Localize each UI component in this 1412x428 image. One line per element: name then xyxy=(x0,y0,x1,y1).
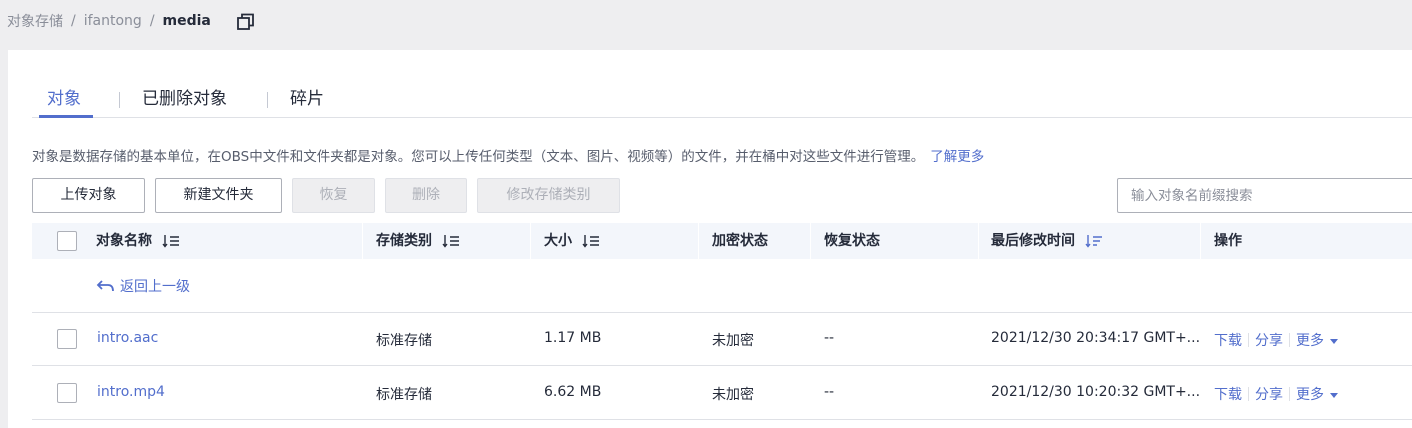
more-dropdown[interactable]: 更多 xyxy=(1296,330,1338,350)
change-storage-class-button[interactable]: 修改存储类别 xyxy=(477,178,620,213)
action-divider xyxy=(1248,333,1249,347)
back-to-parent-link[interactable]: 返回上一级 xyxy=(96,276,190,296)
back-row: 返回上一级 xyxy=(32,259,1412,313)
row-actions: 下载 分享 更多 xyxy=(1214,330,1338,350)
sort-icon[interactable] xyxy=(442,234,460,248)
new-folder-button[interactable]: 新建文件夹 xyxy=(155,178,282,213)
select-all-checkbox[interactable] xyxy=(57,231,77,251)
column-header-storage-class: 存储类别 xyxy=(376,223,460,259)
breadcrumb-separator: / xyxy=(149,13,155,29)
size-cell: 1.17 MB xyxy=(544,330,602,346)
tab-deleted-objects[interactable]: 已删除对象 xyxy=(142,86,227,118)
share-link[interactable]: 分享 xyxy=(1255,330,1283,350)
column-header-restore-status: 恢复状态 xyxy=(824,233,880,249)
storage-class-cell: 标准存储 xyxy=(376,387,432,403)
sort-icon[interactable] xyxy=(162,234,180,248)
learn-more-link[interactable]: 了解更多 xyxy=(930,149,984,165)
delete-button[interactable]: 删除 xyxy=(385,178,467,213)
more-dropdown[interactable]: 更多 xyxy=(1296,384,1338,404)
row-actions: 下载 分享 更多 xyxy=(1214,384,1338,404)
column-header-actions: 操作 xyxy=(1214,233,1242,249)
tab-bar: 对象 已删除对象 碎片 xyxy=(32,86,1412,118)
column-divider xyxy=(698,223,699,259)
more-label: 更多 xyxy=(1296,333,1324,349)
tab-divider xyxy=(267,92,268,108)
sort-active-icon[interactable] xyxy=(1085,234,1103,248)
encryption-cell: 未加密 xyxy=(712,387,754,403)
objects-panel: 对象 已删除对象 碎片 对象是数据存储的基本单位，在OBS中文件和文件夹都是对象… xyxy=(8,50,1412,428)
description-text: 对象是数据存储的基本单位，在OBS中文件和文件夹都是对象。您可以上传任何类型（文… xyxy=(32,149,925,165)
download-link[interactable]: 下载 xyxy=(1214,330,1242,350)
last-modified-cell: 2021/12/30 10:20:32 GMT+... xyxy=(991,384,1201,400)
column-header-name: 对象名称 xyxy=(96,223,180,259)
search-input[interactable] xyxy=(1117,178,1412,213)
column-divider xyxy=(362,223,363,259)
tab-divider xyxy=(119,92,120,108)
column-divider xyxy=(1200,223,1201,259)
column-header-label: 大小 xyxy=(544,233,572,249)
table-row: intro.mp4 标准存储 6.62 MB 未加密 -- 2021/12/30… xyxy=(32,366,1412,420)
column-divider xyxy=(810,223,811,259)
restore-status-cell: -- xyxy=(824,384,835,400)
column-header-encryption: 加密状态 xyxy=(712,233,768,249)
tab-fragments[interactable]: 碎片 xyxy=(290,86,324,118)
column-header-last-modified: 最后修改时间 xyxy=(991,223,1103,259)
tab-objects[interactable]: 对象 xyxy=(39,86,93,118)
storage-class-cell: 标准存储 xyxy=(376,333,432,349)
copy-icon[interactable] xyxy=(236,12,256,32)
column-header-label: 最后修改时间 xyxy=(991,233,1075,249)
breadcrumb-current: media xyxy=(162,13,211,29)
breadcrumb-item-bucket[interactable]: ifantong xyxy=(84,13,142,29)
restore-button[interactable]: 恢复 xyxy=(292,178,375,213)
breadcrumb: 对象存储 / ifantong / media xyxy=(7,10,211,32)
breadcrumb-separator: / xyxy=(71,13,76,29)
caret-down-icon xyxy=(1330,392,1338,398)
back-label: 返回上一级 xyxy=(120,279,190,295)
table-header: 对象名称 存储类别 大小 加密状态 恢复状态 最后修改时间 操作 xyxy=(32,223,1412,259)
object-name-link[interactable]: intro.aac xyxy=(97,330,158,346)
column-header-label: 存储类别 xyxy=(376,233,432,249)
back-arrow-icon xyxy=(96,280,114,292)
restore-status-cell: -- xyxy=(824,330,835,346)
action-divider xyxy=(1248,387,1249,401)
sort-icon[interactable] xyxy=(582,234,600,248)
table-row: intro.aac 标准存储 1.17 MB 未加密 -- 2021/12/30… xyxy=(32,313,1412,366)
action-divider xyxy=(1289,387,1290,401)
row-checkbox[interactable] xyxy=(57,329,77,349)
download-link[interactable]: 下载 xyxy=(1214,384,1242,404)
encryption-cell: 未加密 xyxy=(712,333,754,349)
caret-down-icon xyxy=(1330,338,1338,344)
last-modified-cell: 2021/12/30 20:34:17 GMT+... xyxy=(991,330,1201,346)
column-divider xyxy=(978,223,979,259)
size-cell: 6.62 MB xyxy=(544,384,602,400)
breadcrumb-item-object-storage[interactable]: 对象存储 xyxy=(7,11,63,31)
more-label: 更多 xyxy=(1296,387,1324,403)
column-header-size: 大小 xyxy=(544,223,600,259)
action-divider xyxy=(1289,333,1290,347)
column-divider xyxy=(530,223,531,259)
upload-object-button[interactable]: 上传对象 xyxy=(32,178,145,213)
description: 对象是数据存储的基本单位，在OBS中文件和文件夹都是对象。您可以上传任何类型（文… xyxy=(32,145,984,165)
row-checkbox[interactable] xyxy=(57,383,77,403)
share-link[interactable]: 分享 xyxy=(1255,384,1283,404)
object-name-link[interactable]: intro.mp4 xyxy=(97,384,165,400)
column-header-label: 对象名称 xyxy=(96,233,152,249)
